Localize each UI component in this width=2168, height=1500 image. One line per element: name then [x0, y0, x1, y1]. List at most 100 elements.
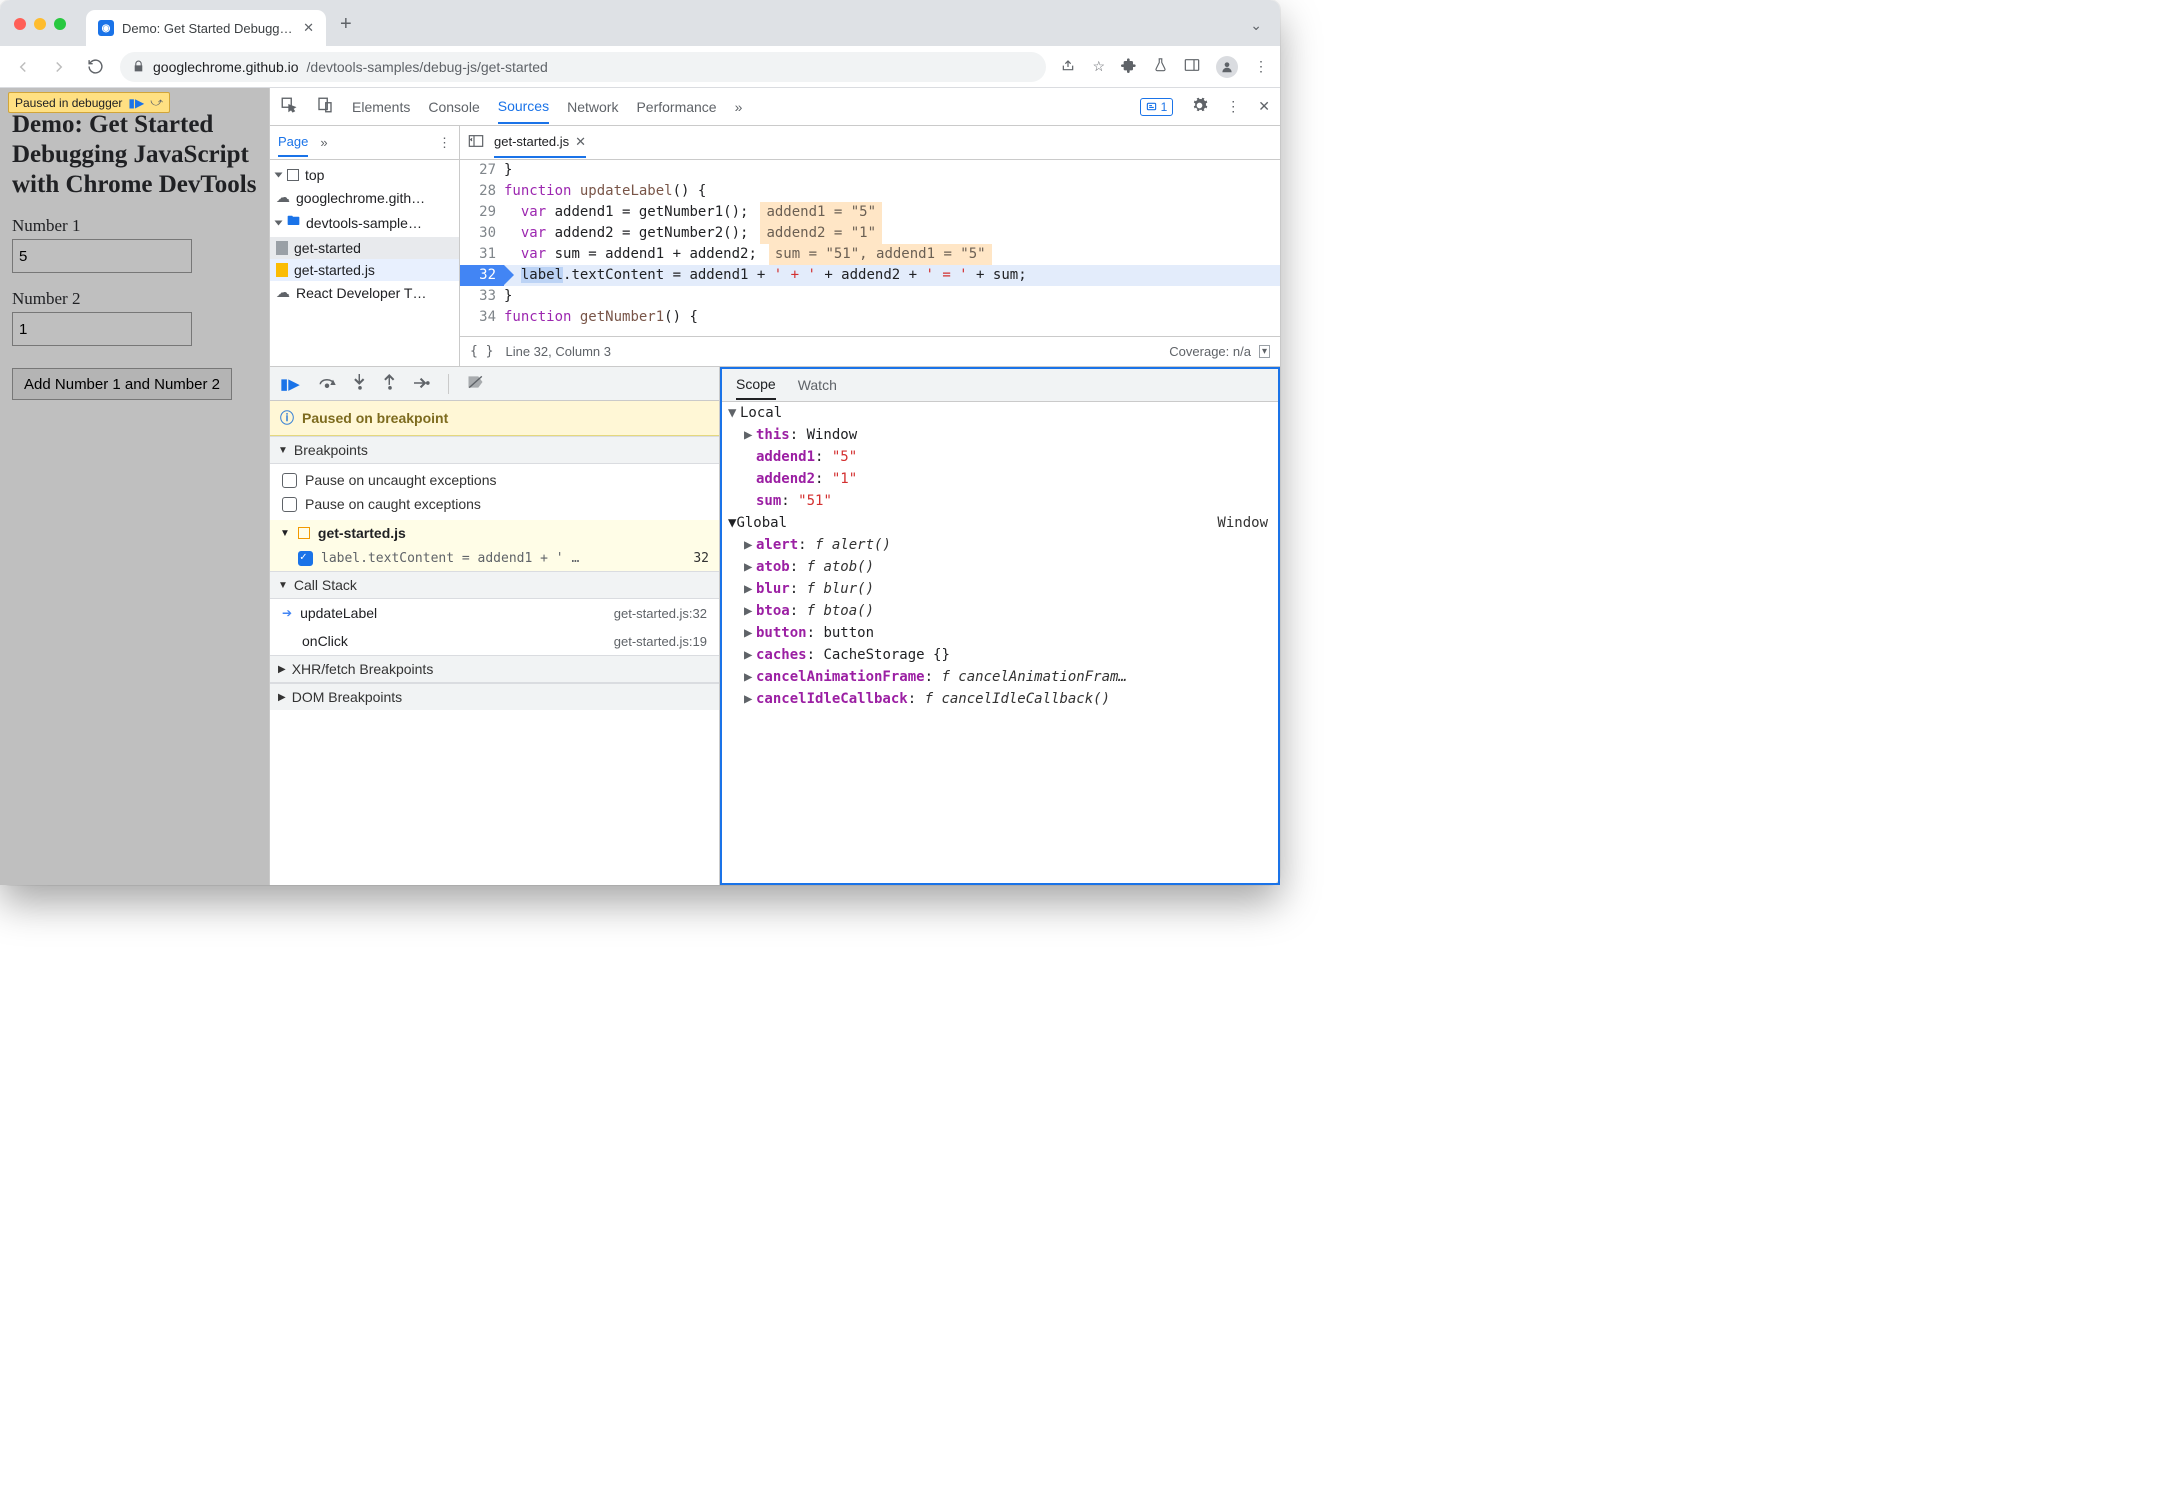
tree-folder[interactable]: 🖿devtools-sample… — [270, 209, 459, 237]
new-tab-button[interactable]: + — [340, 13, 352, 36]
tab-console[interactable]: Console — [428, 99, 479, 123]
inspect-icon[interactable] — [280, 96, 298, 117]
scope-property[interactable]: addend1: "5" — [722, 446, 1278, 468]
scope-property[interactable]: ▶alert: f alert() — [722, 534, 1278, 556]
coverage-dropdown-icon[interactable]: ▾ — [1259, 345, 1270, 358]
browser-tab[interactable]: ◉ Demo: Get Started Debugging ✕ — [86, 10, 326, 46]
maximize-window-icon[interactable] — [54, 18, 66, 30]
scope-local-header[interactable]: ▼Local — [722, 402, 1278, 424]
minimize-window-icon[interactable] — [34, 18, 46, 30]
nav-tab-page[interactable]: Page — [278, 134, 308, 157]
tree-file-html[interactable]: get-started — [270, 237, 459, 259]
source-file-tab[interactable]: get-started.js✕ — [494, 134, 586, 158]
tab-network[interactable]: Network — [567, 99, 618, 123]
profile-icon[interactable] — [1216, 56, 1238, 78]
scope-property[interactable]: ▶cancelAnimationFrame: f cancelAnimation… — [722, 666, 1278, 688]
scope-property[interactable]: sum: "51" — [722, 490, 1278, 512]
section-xhr-breakpoints[interactable]: ▶XHR/fetch Breakpoints — [270, 655, 719, 683]
code-line[interactable]: 27} — [460, 160, 1280, 181]
code-line[interactable]: 30 var addend2 = getNumber2();addend2 = … — [460, 223, 1280, 244]
share-icon[interactable] — [1060, 57, 1076, 76]
add-button[interactable]: Add Number 1 and Number 2 — [12, 368, 232, 400]
format-icon[interactable]: { } — [470, 344, 493, 359]
tree-domain[interactable]: ☁googlechrome.gith… — [270, 186, 459, 209]
close-file-icon[interactable]: ✕ — [575, 134, 586, 150]
scope-tab-scope[interactable]: Scope — [736, 376, 776, 400]
section-callstack[interactable]: ▼Call Stack — [270, 571, 719, 599]
close-tab-icon[interactable]: ✕ — [303, 20, 314, 36]
code-line[interactable]: 32 label.textContent = addend1 + ' + ' +… — [460, 265, 1280, 286]
number1-input[interactable] — [12, 239, 192, 273]
pause-caught-checkbox[interactable]: Pause on caught exceptions — [270, 492, 719, 516]
breakpoint-checkbox[interactable] — [298, 551, 313, 566]
cursor-position: Line 32, Column 3 — [505, 344, 611, 359]
section-breakpoints[interactable]: ▼Breakpoints — [270, 436, 719, 464]
code-line[interactable]: 31 var sum = addend1 + addend2;sum = "51… — [460, 244, 1280, 265]
nav-more-tabs-icon[interactable]: » — [320, 135, 327, 150]
step-out-button[interactable] — [384, 374, 396, 393]
section-dom-breakpoints[interactable]: ▶DOM Breakpoints — [270, 683, 719, 710]
device-toggle-icon[interactable] — [316, 96, 334, 117]
scope-global-header[interactable]: ▼GlobalWindow — [722, 512, 1278, 534]
page-viewport: Paused in debugger ▮▶ ⤻ Demo: Get Starte… — [0, 88, 270, 885]
scope-property[interactable]: ▶blur: f blur() — [722, 578, 1278, 600]
tree-extension[interactable]: ☁React Developer T… — [270, 281, 459, 304]
reload-button[interactable] — [84, 56, 106, 78]
menu-icon[interactable]: ⋮ — [1254, 58, 1268, 75]
more-tabs-icon[interactable]: » — [735, 99, 743, 115]
toggle-navigator-icon[interactable] — [468, 134, 484, 151]
callstack-frame[interactable]: onClickget-started.js:19 — [270, 627, 719, 655]
callstack-frame[interactable]: ➔updateLabelget-started.js:32 — [270, 599, 719, 627]
file-icon — [276, 241, 288, 255]
forward-button[interactable] — [48, 56, 70, 78]
overlay-resume-icon[interactable]: ▮▶ — [128, 96, 144, 110]
close-window-icon[interactable] — [14, 18, 26, 30]
tabs-dropdown-icon[interactable]: ⌄ — [1250, 17, 1262, 34]
tab-title: Demo: Get Started Debugging — [122, 21, 295, 36]
issues-badge[interactable]: 1 — [1140, 98, 1174, 116]
step-button[interactable] — [414, 376, 430, 392]
number2-input[interactable] — [12, 312, 192, 346]
number1-label: Number 1 — [12, 216, 257, 236]
breakpoint-item[interactable]: label.textContent = addend1 + ' …32 — [270, 546, 719, 571]
debugger-sidebar: ▮▶ ⓘPaused on breakpoint ▼Breakpoints Pa… — [270, 367, 720, 885]
devtools-panel: Elements Console Sources Network Perform… — [270, 88, 1280, 885]
tree-top[interactable]: top — [270, 164, 459, 186]
step-into-button[interactable] — [354, 374, 366, 393]
scope-property[interactable]: ▶this: Window — [722, 424, 1278, 446]
url-input[interactable]: googlechrome.github.io/devtools-samples/… — [120, 52, 1046, 82]
scope-property[interactable]: addend2: "1" — [722, 468, 1278, 490]
deactivate-breakpoints-button[interactable] — [467, 375, 484, 392]
scope-property[interactable]: ▶caches: CacheStorage {} — [722, 644, 1278, 666]
side-panel-icon[interactable] — [1184, 58, 1200, 75]
nav-menu-icon[interactable]: ⋮ — [438, 135, 451, 151]
scope-tab-watch[interactable]: Watch — [798, 377, 837, 393]
code-line[interactable]: 28function updateLabel() { — [460, 181, 1280, 202]
devtools-menu-icon[interactable]: ⋮ — [1226, 98, 1240, 115]
labs-icon[interactable] — [1153, 57, 1168, 76]
scope-property[interactable]: ▶btoa: f btoa() — [722, 600, 1278, 622]
scope-property[interactable]: ▶atob: f atob() — [722, 556, 1278, 578]
scope-property[interactable]: ▶button: button — [722, 622, 1278, 644]
code-line[interactable]: 33} — [460, 286, 1280, 307]
overlay-step-icon[interactable]: ⤻ — [150, 95, 163, 110]
tab-elements[interactable]: Elements — [352, 99, 410, 123]
tab-performance[interactable]: Performance — [636, 99, 716, 123]
settings-icon[interactable] — [1191, 97, 1208, 117]
tab-sources[interactable]: Sources — [498, 98, 549, 124]
step-over-button[interactable] — [318, 375, 336, 392]
favicon-icon: ◉ — [98, 20, 114, 36]
scope-property[interactable]: ▶cancelIdleCallback: f cancelIdleCallbac… — [722, 688, 1278, 710]
resume-button[interactable]: ▮▶ — [280, 375, 300, 393]
breakpoint-file[interactable]: ▼get-started.js — [270, 520, 719, 546]
code-line[interactable]: 34function getNumber1() { — [460, 307, 1280, 328]
bookmark-icon[interactable]: ☆ — [1092, 58, 1105, 75]
cloud-icon: ☁ — [276, 284, 290, 301]
pause-uncaught-checkbox[interactable]: Pause on uncaught exceptions — [270, 468, 719, 492]
tree-file-js[interactable]: get-started.js — [270, 259, 459, 281]
extensions-icon[interactable] — [1121, 57, 1137, 76]
close-devtools-icon[interactable]: ✕ — [1258, 98, 1270, 115]
code-view[interactable]: 27}28function updateLabel() {29 var adde… — [460, 160, 1280, 336]
back-button[interactable] — [12, 56, 34, 78]
code-line[interactable]: 29 var addend1 = getNumber1();addend1 = … — [460, 202, 1280, 223]
